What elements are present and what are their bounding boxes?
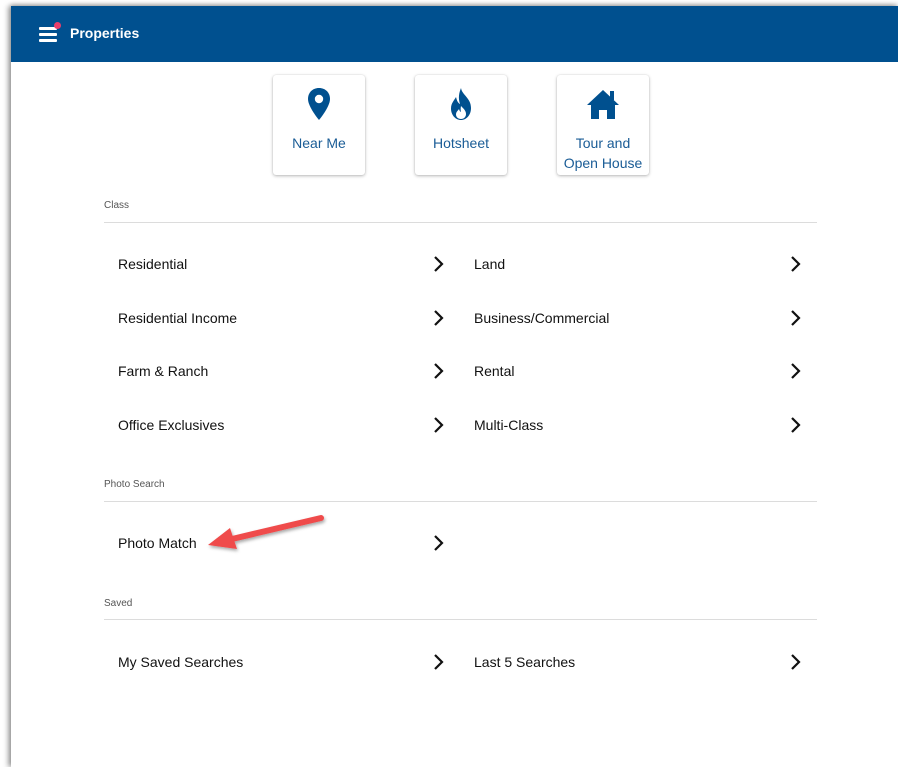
class-item-business-commercial[interactable]: Business/Commercial <box>460 299 803 339</box>
class-item-multi-class[interactable]: Multi-Class <box>460 406 803 446</box>
house-icon <box>557 87 649 121</box>
section-title-class: Class <box>104 200 130 211</box>
chevron-right-icon <box>791 363 801 379</box>
class-item-farm-ranch[interactable]: Farm & Ranch <box>104 352 446 392</box>
saved-item-my-saved-searches[interactable]: My Saved Searches <box>104 643 446 683</box>
chevron-right-icon <box>434 417 444 433</box>
class-item-residential[interactable]: Residential <box>104 245 446 285</box>
chevron-right-icon <box>791 256 801 272</box>
chevron-right-icon <box>434 256 444 272</box>
map-pin-icon <box>273 87 365 121</box>
chevron-right-icon <box>434 654 444 670</box>
chevron-right-icon <box>434 310 444 326</box>
chevron-right-icon <box>434 363 444 379</box>
flame-icon <box>415 87 507 121</box>
app-bar: Properties <box>11 6 898 62</box>
hotsheet-button[interactable]: Hotsheet <box>415 75 507 175</box>
photo-search-item-photo-match[interactable]: Photo Match <box>104 524 446 564</box>
hotsheet-label: Hotsheet <box>432 135 490 151</box>
section-title-photo-search: Photo Search <box>104 479 165 490</box>
app-window: Properties Near Me Hotsheet Tour and Ope… <box>11 6 898 767</box>
near-me-label: Near Me <box>292 135 346 151</box>
class-item-land[interactable]: Land <box>460 245 803 285</box>
chevron-right-icon <box>434 535 444 551</box>
divider <box>104 619 817 620</box>
class-item-residential-income[interactable]: Residential Income <box>104 299 446 339</box>
tour-open-house-label: Tour and Open House <box>563 135 643 171</box>
chevron-right-icon <box>791 310 801 326</box>
class-item-office-exclusives[interactable]: Office Exclusives <box>104 406 446 446</box>
page-title: Properties <box>70 25 140 41</box>
class-item-rental[interactable]: Rental <box>460 352 803 392</box>
section-title-saved: Saved <box>104 598 133 609</box>
divider <box>104 501 817 502</box>
notification-dot <box>54 22 61 29</box>
near-me-button[interactable]: Near Me <box>273 75 365 175</box>
divider <box>104 222 817 223</box>
tour-open-house-button[interactable]: Tour and Open House <box>557 75 649 175</box>
chevron-right-icon <box>791 654 801 670</box>
saved-item-last-5-searches[interactable]: Last 5 Searches <box>460 643 803 683</box>
chevron-right-icon <box>791 417 801 433</box>
menu-icon[interactable] <box>37 22 61 44</box>
